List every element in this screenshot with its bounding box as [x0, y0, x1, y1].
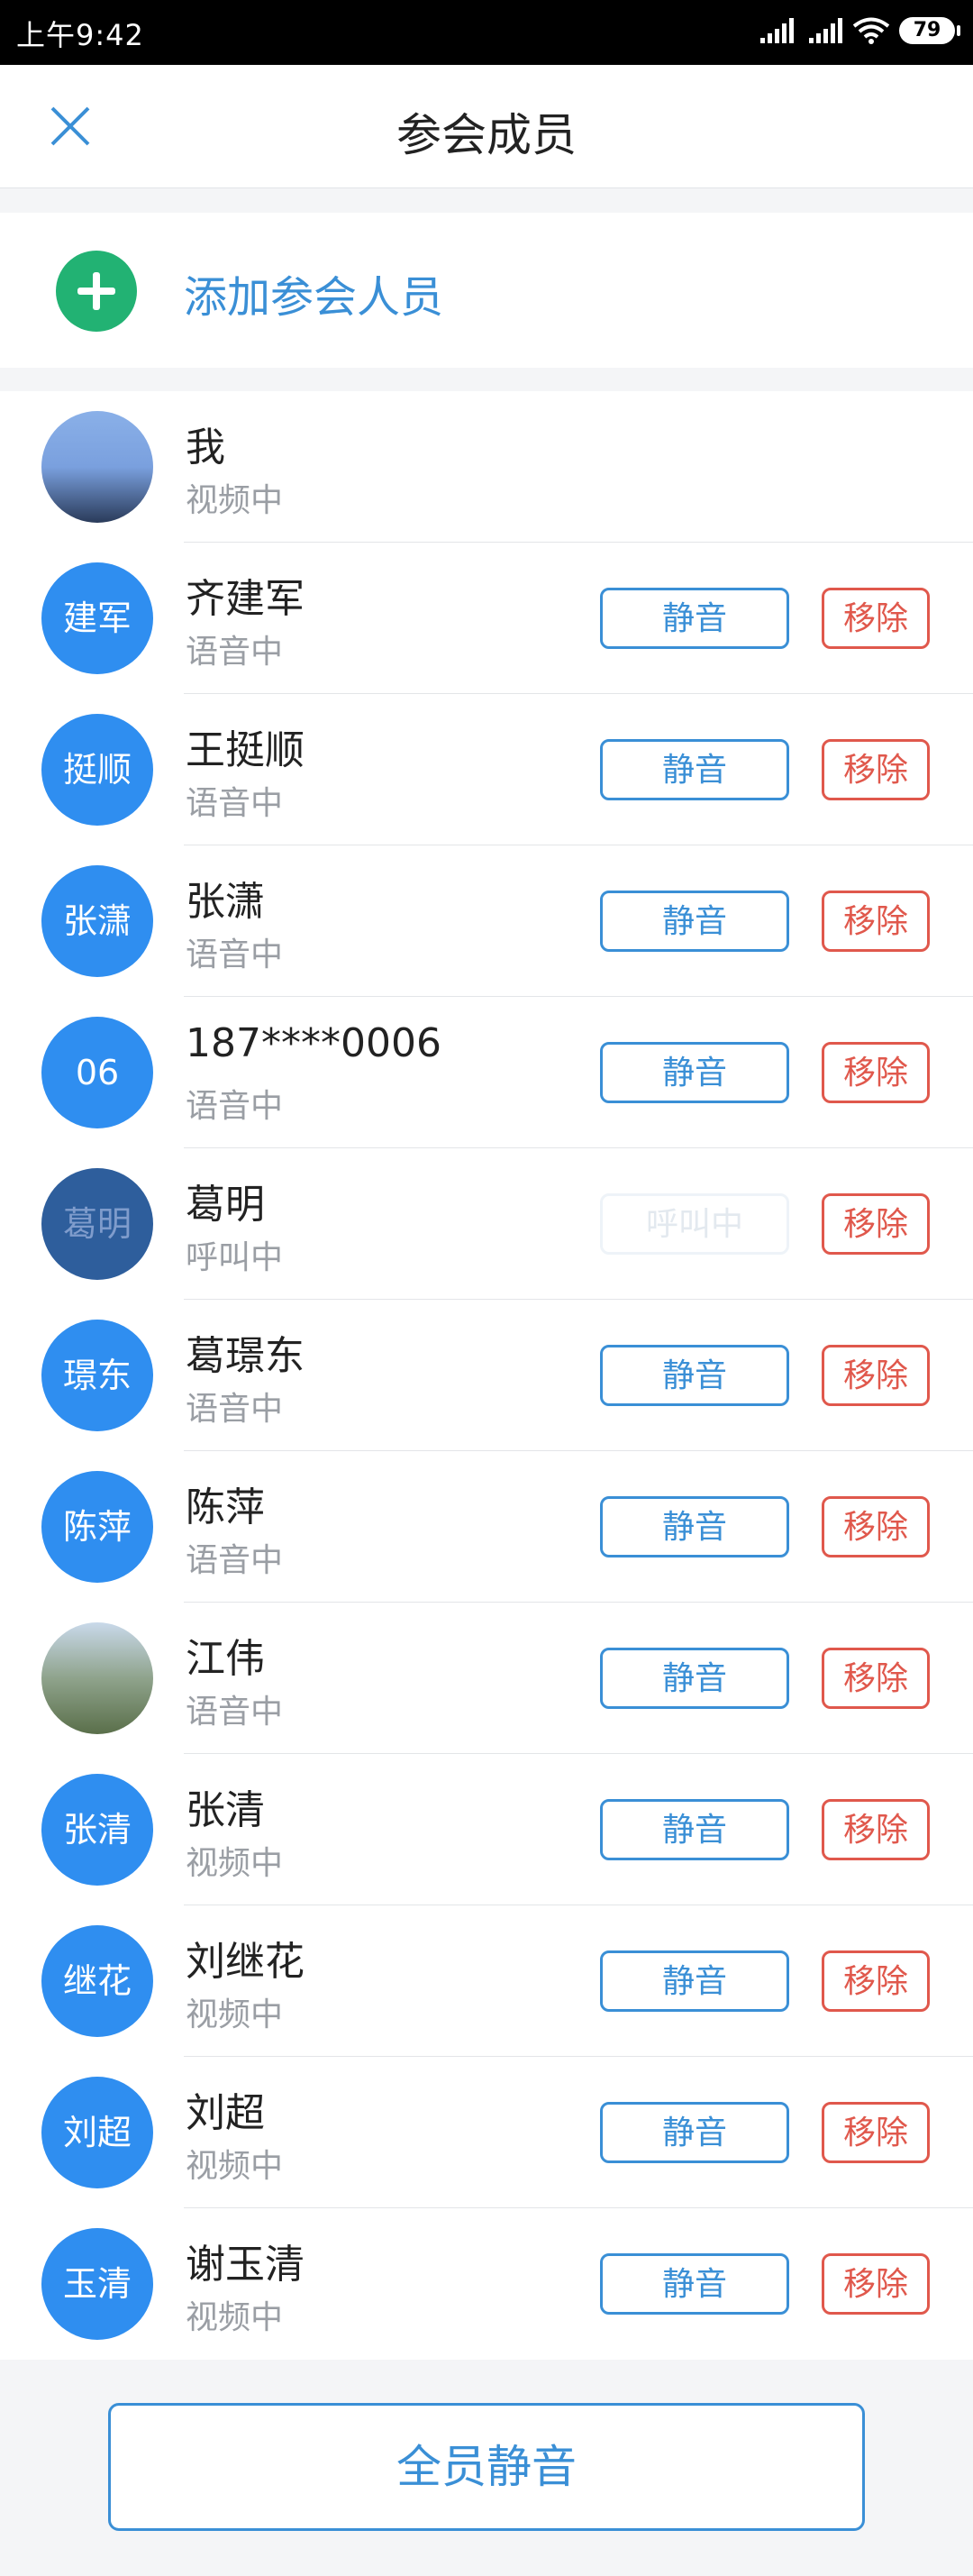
avatar: 张潇	[41, 865, 153, 977]
cell-signal-icon-2	[809, 18, 842, 43]
member-name: 江伟	[186, 1636, 265, 1682]
mute-button[interactable]: 静音	[600, 1496, 789, 1557]
remove-button[interactable]: 移除	[822, 1799, 930, 1860]
member-status: 视频中	[186, 482, 284, 519]
member-name: 陈萍	[186, 1484, 265, 1530]
member-row: 挺顺 王挺顺语音中 静音 移除	[0, 694, 973, 845]
remove-button[interactable]: 移除	[822, 1648, 930, 1709]
remove-button[interactable]: 移除	[822, 1950, 930, 2012]
add-participant-label: 添加参会人员	[184, 272, 444, 323]
member-status: 语音中	[186, 1694, 284, 1731]
member-status: 视频中	[186, 2148, 284, 2185]
member-name: 刘超	[186, 2090, 265, 2136]
add-participant-row[interactable]: 添加参会人员	[0, 213, 973, 368]
app-header: 参会成员	[0, 65, 973, 188]
mute-button[interactable]: 静音	[600, 2102, 789, 2163]
plus-icon	[56, 251, 137, 332]
avatar: 刘超	[41, 2077, 153, 2188]
member-name: 葛明	[186, 1182, 265, 1228]
member-name: 张清	[186, 1787, 265, 1833]
mute-button[interactable]: 静音	[600, 739, 789, 800]
wifi-icon	[852, 17, 890, 44]
remove-button[interactable]: 移除	[822, 739, 930, 800]
member-row: 继花 刘继花视频中 静音 移除	[0, 1905, 973, 2057]
member-row: 江伟语音中 静音 移除	[0, 1603, 973, 1754]
avatar: 陈萍	[41, 1471, 153, 1583]
member-name: 张潇	[186, 879, 265, 925]
remove-button[interactable]: 移除	[822, 891, 930, 952]
member-row: 陈萍 陈萍 语音中 静音 移除	[0, 1451, 973, 1603]
member-row: 玉清 谢玉清视频中 静音 移除	[0, 2208, 973, 2360]
remove-button[interactable]: 移除	[822, 1496, 930, 1557]
remove-button[interactable]: 移除	[822, 2253, 930, 2315]
member-row: 建军 齐建军语音中 静音 移除	[0, 543, 973, 694]
clock: 上午9:42	[16, 18, 144, 52]
member-name: 葛璟东	[186, 1333, 305, 1379]
member-name: 谢玉清	[186, 2242, 305, 2288]
avatar: 葛明	[41, 1168, 153, 1280]
member-status: 呼叫中	[186, 1239, 284, 1276]
member-row: 张潇 张潇 语音中 静音 移除	[0, 845, 973, 997]
mute-button[interactable]: 静音	[600, 588, 789, 649]
member-status: 语音中	[186, 1088, 284, 1125]
avatar: 06	[41, 1017, 153, 1128]
member-status: 语音中	[186, 785, 284, 822]
remove-button[interactable]: 移除	[822, 1193, 930, 1255]
member-name: 王挺顺	[186, 727, 305, 773]
avatar: 挺顺	[41, 714, 153, 826]
member-row: 璟东 葛璟东语音中 静音 移除	[0, 1300, 973, 1451]
member-name: 刘继花	[186, 1939, 305, 1985]
avatar: 张清	[41, 1774, 153, 1886]
member-status: 语音中	[186, 936, 284, 973]
cell-signal-icon	[760, 18, 794, 43]
mute-button[interactable]: 静音	[600, 1799, 789, 1860]
mute-button[interactable]: 静音	[600, 1345, 789, 1406]
remove-button[interactable]: 移除	[822, 588, 930, 649]
member-status: 语音中	[186, 634, 284, 671]
member-status: 视频中	[186, 1996, 284, 2033]
mute-button[interactable]: 静音	[600, 1950, 789, 2012]
page-title: 参会成员	[396, 109, 577, 161]
avatar: 璟东	[41, 1320, 153, 1431]
member-name: 齐建军	[186, 576, 305, 622]
member-name: 187****0006	[186, 1020, 441, 1066]
member-row: 06 187****0006 语音中 静音 移除	[0, 997, 973, 1148]
status-bar: 上午9:42 79	[0, 0, 973, 65]
mute-button[interactable]: 静音	[600, 1648, 789, 1709]
remove-button[interactable]: 移除	[822, 1042, 930, 1103]
member-name: 我	[186, 425, 225, 470]
calling-indicator: 呼叫中	[600, 1193, 789, 1255]
member-status: 语音中	[186, 1391, 284, 1428]
member-list: 我视频中 建军 齐建军 语音中 静音 移除 挺顺 王挺顺 语音中 静音 移除 张潇 张潇 语音中 静音 移除 0…	[0, 391, 973, 2360]
avatar: 继花	[41, 1925, 153, 2037]
battery-indicator: 79	[899, 17, 960, 44]
mute-button[interactable]: 静音	[600, 891, 789, 952]
avatar	[41, 411, 153, 523]
mute-all-button[interactable]: 全员静音	[108, 2403, 865, 2531]
member-status: 语音中	[186, 1542, 284, 1579]
member-row: 葛明 葛明 呼叫中 呼叫中 移除	[0, 1148, 973, 1300]
mute-button[interactable]: 静音	[600, 1042, 789, 1103]
avatar	[41, 1622, 153, 1734]
remove-button[interactable]: 移除	[822, 1345, 930, 1406]
avatar: 玉清	[41, 2228, 153, 2340]
member-status: 视频中	[186, 2299, 284, 2336]
member-row: 张清 张清 视频中 静音 移除	[0, 1754, 973, 1905]
member-row: 我视频中	[0, 391, 973, 543]
remove-button[interactable]: 移除	[822, 2102, 930, 2163]
member-status: 视频中	[186, 1845, 284, 1882]
mute-button[interactable]: 静音	[600, 2253, 789, 2315]
member-row: 刘超 刘超 视频中 静音 移除	[0, 2057, 973, 2208]
avatar: 建军	[41, 562, 153, 674]
